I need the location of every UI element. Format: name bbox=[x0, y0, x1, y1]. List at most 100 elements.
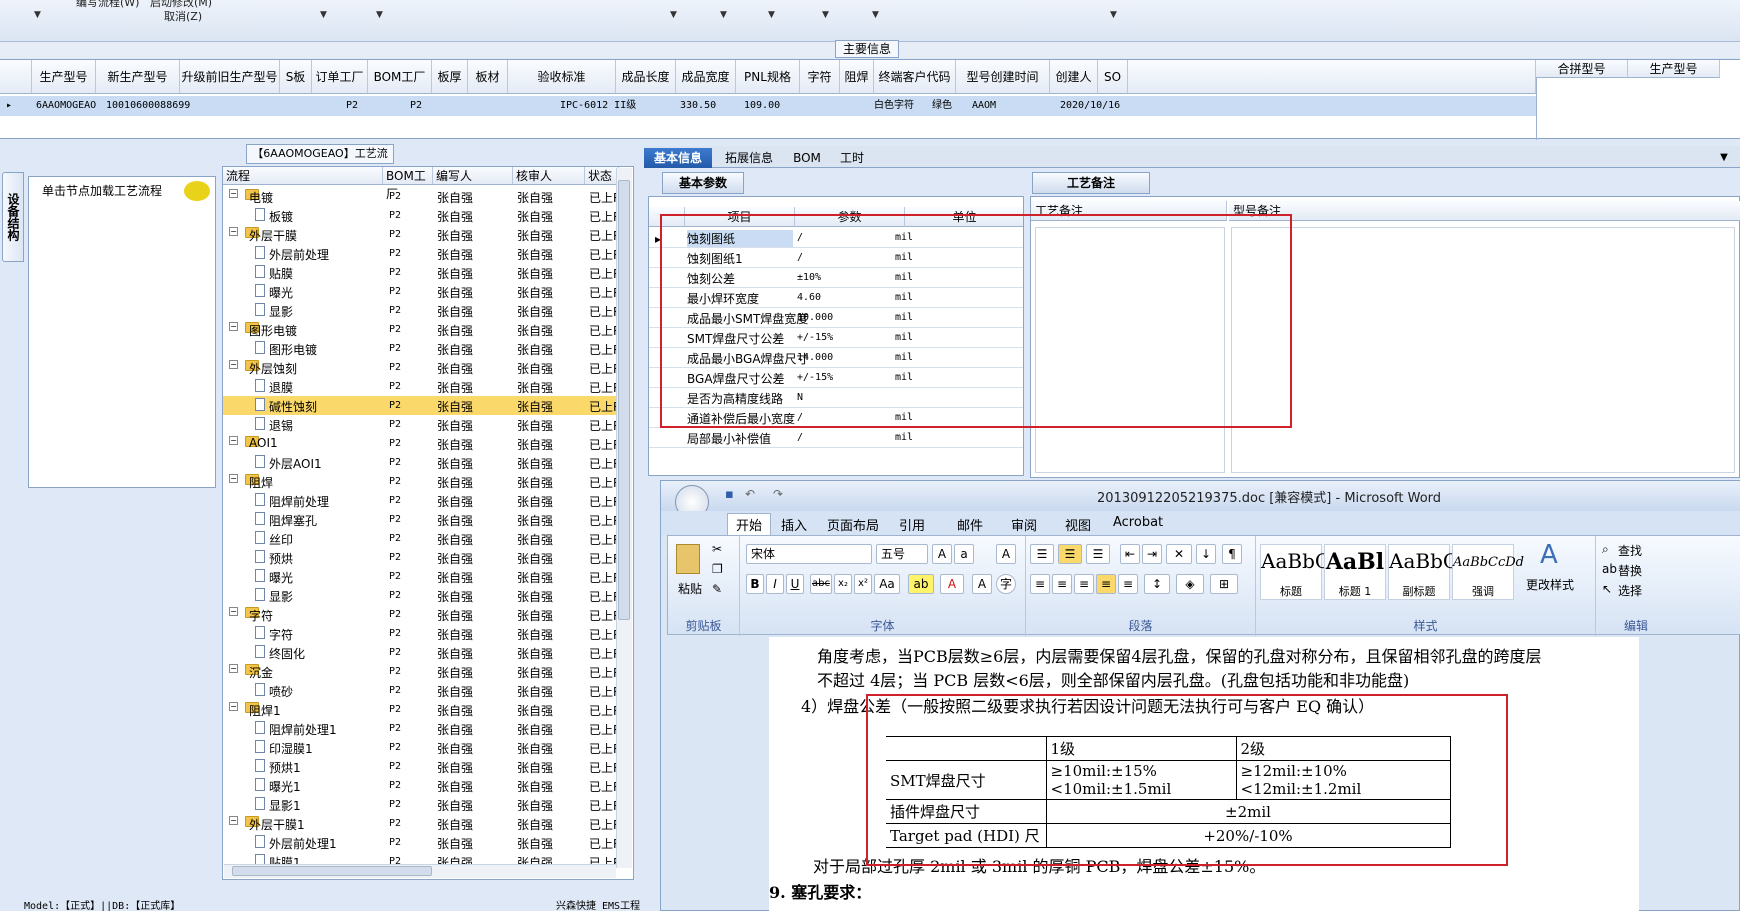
menu-write-flow[interactable]: 编写流程(W) bbox=[76, 0, 139, 10]
grid-header[interactable]: 升级前旧生产型号 bbox=[180, 60, 280, 94]
tree-header[interactable]: 状态 bbox=[585, 167, 619, 185]
borders-icon[interactable]: ⊞ bbox=[1210, 574, 1238, 594]
find-button[interactable]: 查找 bbox=[1618, 542, 1642, 559]
tree-row[interactable]: − 外层干膜1 P2 张自强 张自强 已上R bbox=[223, 814, 621, 833]
tree-row[interactable]: 外层前处理 P2 张自强 张自强 已上R bbox=[223, 244, 621, 263]
grid-header[interactable]: 板材 bbox=[468, 60, 508, 94]
grid-header[interactable]: 型号创建时间 bbox=[956, 60, 1050, 94]
font-size-select[interactable]: 五号 bbox=[876, 544, 928, 564]
dropdown-arrow-icon[interactable]: ▼ bbox=[720, 10, 727, 20]
subscript-icon[interactable]: x₂ bbox=[834, 574, 852, 594]
grid-header[interactable]: 生产型号 bbox=[32, 60, 96, 94]
style-emphasis[interactable]: AaBbCcDd 强调 bbox=[1452, 544, 1524, 600]
tree-row[interactable]: 退膜 P2 张自强 张自强 已上R bbox=[223, 377, 621, 396]
grid-header[interactable]: 创建人 bbox=[1050, 60, 1098, 94]
grid-header[interactable]: 合拼型号 bbox=[1536, 60, 1628, 78]
tree-header[interactable]: 编写人 bbox=[433, 167, 513, 185]
collapse-toggle-icon[interactable]: − bbox=[229, 322, 238, 331]
tree-row[interactable]: − 电镀 P2 张自强 张自强 已上R bbox=[223, 187, 621, 206]
grid-header[interactable]: BOM工厂 bbox=[368, 60, 432, 94]
grid-header[interactable]: 板厚 bbox=[432, 60, 468, 94]
tree-row[interactable]: − 沉金 P2 张自强 张自强 已上R bbox=[223, 662, 621, 681]
numbering-icon[interactable]: ☰ bbox=[1058, 544, 1082, 564]
find-icon[interactable]: ⌕ bbox=[1602, 542, 1609, 557]
dropdown-arrow-icon[interactable]: ▼ bbox=[822, 10, 829, 20]
memo-header[interactable]: 型号备注 bbox=[1229, 201, 1740, 221]
tree-row[interactable]: 终固化 P2 张自强 张自强 已上R bbox=[223, 643, 621, 662]
dropdown-arrow-icon[interactable]: ▼ bbox=[670, 10, 677, 20]
tree-row[interactable]: 图形电镀 P2 张自强 张自强 已上R bbox=[223, 339, 621, 358]
shading-icon[interactable]: ◈ bbox=[1176, 574, 1204, 594]
tree-header[interactable]: 流程 bbox=[223, 167, 383, 185]
tree-row[interactable]: 曝光 P2 张自强 张自强 已上R bbox=[223, 567, 621, 586]
collapse-toggle-icon[interactable]: − bbox=[229, 607, 238, 616]
grid-cell[interactable]: 330.50 bbox=[680, 96, 716, 116]
load-flow-hint[interactable]: 单击节点加载工艺流程 bbox=[42, 182, 162, 199]
grid-header[interactable]: 阻焊 bbox=[840, 60, 874, 94]
collapse-toggle-icon[interactable]: − bbox=[229, 664, 238, 673]
change-styles-icon[interactable]: A bbox=[1540, 540, 1558, 570]
multilevel-list-icon[interactable]: ☰ bbox=[1086, 544, 1110, 564]
increase-indent-icon[interactable]: ⇥ bbox=[1142, 544, 1162, 564]
param-row[interactable]: 局部最小补偿值 / mil bbox=[649, 428, 1023, 448]
model-memo-textarea[interactable] bbox=[1231, 227, 1735, 473]
tree-row[interactable]: 显影 P2 张自强 张自强 已上R bbox=[223, 301, 621, 320]
grid-header[interactable]: SO bbox=[1098, 60, 1128, 94]
line-spacing-icon[interactable]: ↕ bbox=[1144, 574, 1170, 594]
align-center-icon[interactable]: ≡ bbox=[1052, 574, 1072, 594]
ribbon-tab-insert[interactable]: 插入 bbox=[781, 515, 807, 534]
ribbon-tab-view[interactable]: 视图 bbox=[1065, 515, 1091, 534]
tree-row[interactable]: 曝光1 P2 张自强 张自强 已上R bbox=[223, 776, 621, 795]
dropdown-arrow-icon[interactable]: ▼ bbox=[768, 10, 775, 20]
copy-icon[interactable]: ❐ bbox=[712, 562, 723, 576]
equipment-structure-tab[interactable]: 设备结构 bbox=[2, 172, 24, 262]
format-painter-icon[interactable]: ✎ bbox=[712, 582, 722, 596]
style-heading1[interactable]: AaBl 标题 1 bbox=[1324, 544, 1386, 600]
grid-header[interactable]: 订单工厂 bbox=[312, 60, 368, 94]
justify-icon[interactable]: ≡ bbox=[1096, 574, 1116, 594]
tree-row[interactable]: 碱性蚀刻 P2 张自强 张自强 已上R bbox=[223, 396, 621, 415]
tree-header[interactable]: BOM工厂 bbox=[383, 167, 433, 201]
grid-cell[interactable]: AAOM bbox=[972, 96, 996, 116]
grid-cell[interactable]: 6AAOMOGEAO bbox=[36, 96, 96, 116]
collapse-toggle-icon[interactable]: − bbox=[229, 702, 238, 711]
collapse-toggle-icon[interactable]: − bbox=[229, 360, 238, 369]
tree-row[interactable]: − AOI1 P2 张自强 张自强 已上R bbox=[223, 434, 621, 453]
collapse-toggle-icon[interactable]: − bbox=[229, 227, 238, 236]
tab-basic-info[interactable]: 基本信息 bbox=[644, 148, 712, 168]
grow-font-icon[interactable]: A bbox=[932, 544, 952, 564]
tab-bom[interactable]: BOM bbox=[784, 148, 830, 168]
bullets-icon[interactable]: ☰ bbox=[1030, 544, 1054, 564]
shrink-font-icon[interactable]: a bbox=[954, 544, 974, 564]
tree-row[interactable]: − 阻焊 P2 张自强 张自强 已上R bbox=[223, 472, 621, 491]
select-button[interactable]: 选择 bbox=[1618, 582, 1642, 599]
superscript-icon[interactable]: x² bbox=[854, 574, 872, 594]
collapse-toggle-icon[interactable]: − bbox=[229, 436, 238, 445]
ribbon-tab-mailings[interactable]: 邮件 bbox=[957, 515, 983, 534]
grid-header[interactable]: 成品长度 bbox=[616, 60, 676, 94]
menu-cancel[interactable]: 取消(Z) bbox=[164, 8, 202, 24]
grid-cell[interactable]: 2020/10/16 bbox=[1060, 96, 1120, 116]
ribbon-tab-acrobat[interactable]: Acrobat bbox=[1113, 515, 1163, 530]
tree-row[interactable]: 喷砂 P2 张自强 张自强 已上R bbox=[223, 681, 621, 700]
dropdown-arrow-icon[interactable]: ▼ bbox=[376, 10, 383, 20]
redo-icon[interactable]: ↷ bbox=[773, 487, 783, 501]
tree-row[interactable]: − 图形电镀 P2 张自强 张自强 已上R bbox=[223, 320, 621, 339]
decrease-indent-icon[interactable]: ⇤ bbox=[1120, 544, 1140, 564]
grid-cell[interactable]: 绿色 bbox=[932, 96, 952, 116]
distributed-icon[interactable]: ≡ bbox=[1118, 574, 1138, 594]
main-info-label[interactable]: 主要信息 bbox=[835, 40, 899, 58]
tree-row[interactable]: 退锡 P2 张自强 张自强 已上R bbox=[223, 415, 621, 434]
bold-icon[interactable]: B bbox=[746, 574, 764, 594]
grid-cell[interactable]: 白色字符 bbox=[874, 96, 914, 116]
tree-row[interactable]: 外层前处理1 P2 张自强 张自强 已上R bbox=[223, 833, 621, 852]
paste-button[interactable]: 粘贴 bbox=[678, 580, 702, 597]
grid-header[interactable]: 生产型号 bbox=[1628, 60, 1720, 78]
cut-icon[interactable]: ✂ bbox=[712, 542, 722, 556]
tree-row[interactable]: − 字符 P2 张自强 张自强 已上R bbox=[223, 605, 621, 624]
tree-row[interactable]: 阻焊塞孔 P2 张自强 张自强 已上R bbox=[223, 510, 621, 529]
grid-cell[interactable]: 10010600088699 bbox=[106, 96, 190, 116]
tree-row[interactable]: − 外层干膜 P2 张自强 张自强 已上R bbox=[223, 225, 621, 244]
underline-icon[interactable]: U bbox=[786, 574, 804, 594]
tree-row[interactable]: 预烘1 P2 张自强 张自强 已上R bbox=[223, 757, 621, 776]
